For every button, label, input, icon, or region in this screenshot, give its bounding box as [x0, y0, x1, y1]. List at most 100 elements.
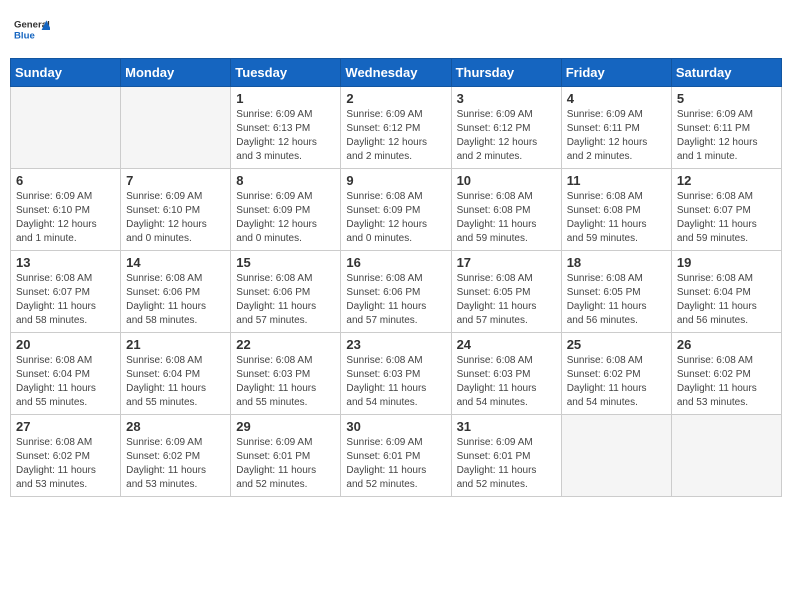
logo: General Blue [14, 10, 50, 50]
day-number: 5 [677, 91, 776, 106]
day-cell: 12 Sunrise: 6:08 AM Sunset: 6:07 PM Dayli… [671, 169, 781, 251]
day-number: 13 [16, 255, 115, 270]
day-number: 12 [677, 173, 776, 188]
weekday-header-wednesday: Wednesday [341, 59, 451, 87]
day-number: 19 [677, 255, 776, 270]
day-cell: 14 Sunrise: 6:08 AM Sunset: 6:06 PM Dayli… [121, 251, 231, 333]
day-info: Sunrise: 6:08 AM Sunset: 6:06 PM Dayligh… [236, 272, 335, 328]
day-info: Sunrise: 6:08 AM Sunset: 6:07 PM Dayligh… [677, 190, 776, 246]
day-cell [121, 87, 231, 169]
day-info: Sunrise: 6:09 AM Sunset: 6:11 PM Dayligh… [567, 108, 666, 164]
day-cell: 19 Sunrise: 6:08 AM Sunset: 6:04 PM Dayli… [671, 251, 781, 333]
day-cell: 6Sunrise: 6:09 AM Sunset: 6:10 PM Daylig… [11, 169, 121, 251]
day-info: Sunrise: 6:09 AM Sunset: 6:10 PM Dayligh… [16, 190, 115, 246]
day-cell: 13 Sunrise: 6:08 AM Sunset: 6:07 PM Dayli… [11, 251, 121, 333]
day-info: Sunrise: 6:09 AM Sunset: 6:01 PM Dayligh… [457, 436, 556, 492]
day-info: Sunrise: 6:09 AM Sunset: 6:02 PM Dayligh… [126, 436, 225, 492]
day-cell: 21 Sunrise: 6:08 AM Sunset: 6:04 PM Dayli… [121, 333, 231, 415]
weekday-header-saturday: Saturday [671, 59, 781, 87]
day-number: 9 [346, 173, 445, 188]
day-cell: 7 Sunrise: 6:09 AM Sunset: 6:10 PM Daylig… [121, 169, 231, 251]
day-cell: 9 Sunrise: 6:08 AM Sunset: 6:09 PM Daylig… [341, 169, 451, 251]
day-number: 20 [16, 337, 115, 352]
day-info: Sunrise: 6:08 AM Sunset: 6:04 PM Dayligh… [677, 272, 776, 328]
day-number: 11 [567, 173, 666, 188]
day-number: 30 [346, 419, 445, 434]
day-cell: 31 Sunrise: 6:09 AM Sunset: 6:01 PM Dayli… [451, 415, 561, 497]
day-cell [11, 87, 121, 169]
day-info: Sunrise: 6:08 AM Sunset: 6:07 PM Dayligh… [16, 272, 115, 328]
day-info: Sunrise: 6:08 AM Sunset: 6:04 PM Dayligh… [126, 354, 225, 410]
day-info: Sunrise: 6:08 AM Sunset: 6:06 PM Dayligh… [126, 272, 225, 328]
day-cell: 23Sunrise: 6:08 AM Sunset: 6:03 PM Dayli… [341, 333, 451, 415]
day-number: 26 [677, 337, 776, 352]
weekday-header-sunday: Sunday [11, 59, 121, 87]
svg-text:Blue: Blue [14, 30, 35, 41]
day-info: Sunrise: 6:09 AM Sunset: 6:12 PM Dayligh… [457, 108, 556, 164]
logo-svg: General Blue [14, 10, 50, 50]
day-cell: 30 Sunrise: 6:09 AM Sunset: 6:01 PM Dayli… [341, 415, 451, 497]
day-info: Sunrise: 6:09 AM Sunset: 6:01 PM Dayligh… [236, 436, 335, 492]
day-info: Sunrise: 6:08 AM Sunset: 6:03 PM Dayligh… [236, 354, 335, 410]
day-info: Sunrise: 6:08 AM Sunset: 6:04 PM Dayligh… [16, 354, 115, 410]
week-row-1: 1 Sunrise: 6:09 AM Sunset: 6:13 PM Daylig… [11, 87, 782, 169]
day-number: 18 [567, 255, 666, 270]
weekday-header-tuesday: Tuesday [231, 59, 341, 87]
day-number: 4 [567, 91, 666, 106]
day-info: Sunrise: 6:08 AM Sunset: 6:09 PM Dayligh… [346, 190, 445, 246]
day-cell: 18 Sunrise: 6:08 AM Sunset: 6:05 PM Dayli… [561, 251, 671, 333]
day-info: Sunrise: 6:08 AM Sunset: 6:03 PM Dayligh… [457, 354, 556, 410]
day-info: Sunrise: 6:08 AM Sunset: 6:05 PM Dayligh… [567, 272, 666, 328]
day-cell: 5Sunrise: 6:09 AM Sunset: 6:11 PM Daylig… [671, 87, 781, 169]
day-info: Sunrise: 6:08 AM Sunset: 6:02 PM Dayligh… [677, 354, 776, 410]
day-number: 7 [126, 173, 225, 188]
day-number: 16 [346, 255, 445, 270]
day-number: 29 [236, 419, 335, 434]
day-number: 27 [16, 419, 115, 434]
day-info: Sunrise: 6:08 AM Sunset: 6:06 PM Dayligh… [346, 272, 445, 328]
day-cell: 10 Sunrise: 6:08 AM Sunset: 6:08 PM Dayli… [451, 169, 561, 251]
page-header: General Blue [10, 10, 782, 50]
day-cell: 15 Sunrise: 6:08 AM Sunset: 6:06 PM Dayli… [231, 251, 341, 333]
day-info: Sunrise: 6:09 AM Sunset: 6:10 PM Dayligh… [126, 190, 225, 246]
day-cell: 27Sunrise: 6:08 AM Sunset: 6:02 PM Dayli… [11, 415, 121, 497]
day-cell: 2Sunrise: 6:09 AM Sunset: 6:12 PM Daylig… [341, 87, 451, 169]
weekday-header-friday: Friday [561, 59, 671, 87]
day-cell: 8 Sunrise: 6:09 AM Sunset: 6:09 PM Daylig… [231, 169, 341, 251]
day-number: 25 [567, 337, 666, 352]
day-cell: 1 Sunrise: 6:09 AM Sunset: 6:13 PM Daylig… [231, 87, 341, 169]
weekday-header-thursday: Thursday [451, 59, 561, 87]
week-row-5: 27Sunrise: 6:08 AM Sunset: 6:02 PM Dayli… [11, 415, 782, 497]
day-cell: 4 Sunrise: 6:09 AM Sunset: 6:11 PM Daylig… [561, 87, 671, 169]
calendar-table: SundayMondayTuesdayWednesdayThursdayFrid… [10, 58, 782, 497]
day-number: 10 [457, 173, 556, 188]
day-number: 14 [126, 255, 225, 270]
day-number: 21 [126, 337, 225, 352]
day-info: Sunrise: 6:09 AM Sunset: 6:12 PM Dayligh… [346, 108, 445, 164]
weekday-header-monday: Monday [121, 59, 231, 87]
week-row-3: 13 Sunrise: 6:08 AM Sunset: 6:07 PM Dayli… [11, 251, 782, 333]
day-cell: 3Sunrise: 6:09 AM Sunset: 6:12 PM Daylig… [451, 87, 561, 169]
day-number: 17 [457, 255, 556, 270]
day-cell: 17 Sunrise: 6:08 AM Sunset: 6:05 PM Dayli… [451, 251, 561, 333]
day-info: Sunrise: 6:08 AM Sunset: 6:08 PM Dayligh… [567, 190, 666, 246]
day-info: Sunrise: 6:08 AM Sunset: 6:08 PM Dayligh… [457, 190, 556, 246]
day-cell [671, 415, 781, 497]
day-number: 31 [457, 419, 556, 434]
day-cell: 16 Sunrise: 6:08 AM Sunset: 6:06 PM Dayli… [341, 251, 451, 333]
day-info: Sunrise: 6:08 AM Sunset: 6:03 PM Dayligh… [346, 354, 445, 410]
day-number: 24 [457, 337, 556, 352]
day-number: 15 [236, 255, 335, 270]
day-cell: 11 Sunrise: 6:08 AM Sunset: 6:08 PM Dayli… [561, 169, 671, 251]
day-number: 1 [236, 91, 335, 106]
day-cell: 26 Sunrise: 6:08 AM Sunset: 6:02 PM Dayli… [671, 333, 781, 415]
weekday-header-row: SundayMondayTuesdayWednesdayThursdayFrid… [11, 59, 782, 87]
day-info: Sunrise: 6:08 AM Sunset: 6:05 PM Dayligh… [457, 272, 556, 328]
day-cell: 24 Sunrise: 6:08 AM Sunset: 6:03 PM Dayli… [451, 333, 561, 415]
day-number: 8 [236, 173, 335, 188]
day-cell [561, 415, 671, 497]
day-info: Sunrise: 6:09 AM Sunset: 6:13 PM Dayligh… [236, 108, 335, 164]
day-info: Sunrise: 6:09 AM Sunset: 6:09 PM Dayligh… [236, 190, 335, 246]
day-info: Sunrise: 6:09 AM Sunset: 6:01 PM Dayligh… [346, 436, 445, 492]
day-cell: 22Sunrise: 6:08 AM Sunset: 6:03 PM Dayli… [231, 333, 341, 415]
